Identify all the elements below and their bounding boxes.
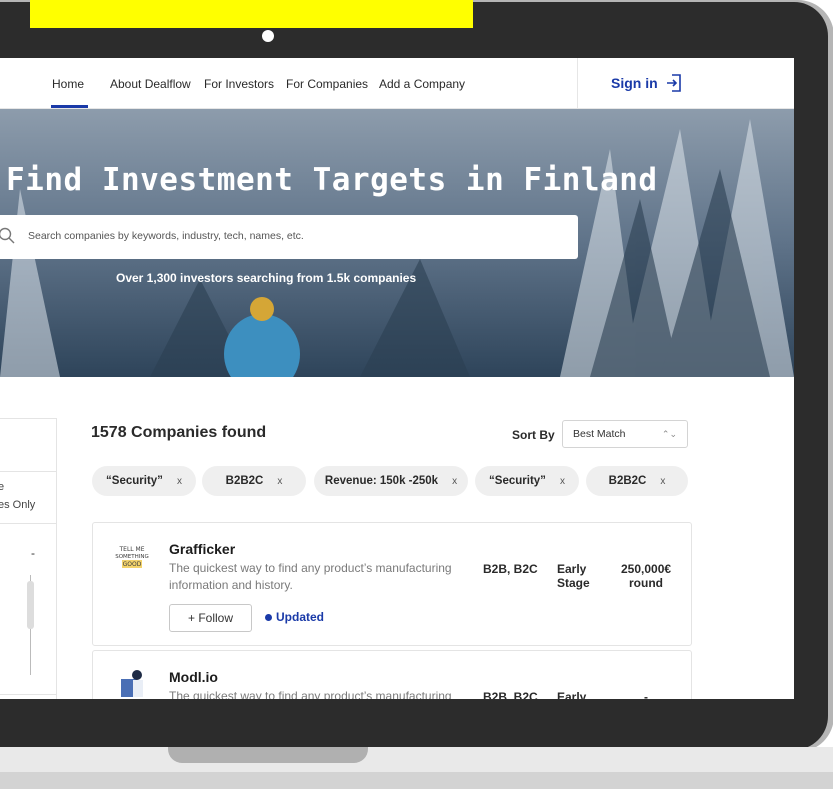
logo-text-line: GOOD — [123, 561, 142, 568]
chip-remove[interactable]: x — [660, 476, 665, 487]
logo-text-line: TELL ME — [118, 546, 144, 553]
browser-screen: Home About Dealflow For Investors For Co… — [0, 58, 794, 699]
company-name[interactable]: Modl.io — [169, 669, 218, 685]
filter-panel: e es Only - — [0, 418, 57, 699]
results-count: 1578 Companies found — [91, 424, 267, 441]
filter-chip[interactable]: Revenue: 150k -250k x — [314, 466, 468, 496]
company-logo — [121, 670, 143, 697]
nav-home[interactable]: Home — [52, 77, 84, 91]
sign-in-label: Sign in — [611, 75, 658, 91]
laptop-notch — [168, 747, 368, 763]
logo-text-line: SOMETHING — [115, 554, 149, 560]
sign-in-button[interactable]: Sign in — [611, 74, 682, 92]
hero-title: Find Investment Targets in Finland — [6, 162, 658, 198]
status-dot-icon — [265, 613, 272, 621]
sort-select[interactable]: Best Match ⌃⌄ — [562, 420, 688, 448]
nav-divider — [577, 58, 578, 109]
filter-chip[interactable]: “Security” x — [475, 466, 579, 496]
funding-round: - — [644, 690, 648, 699]
laptop-base-strip — [0, 772, 833, 789]
chip-remove[interactable]: x — [560, 476, 565, 487]
top-nav: Home About Dealflow For Investors For Co… — [0, 58, 794, 109]
updated-label: Updated — [276, 610, 324, 624]
nav-for-companies[interactable]: For Companies — [286, 77, 368, 91]
chevron-updown-icon: ⌃⌄ — [661, 429, 677, 439]
stage: Early Stage — [557, 562, 590, 590]
company-name[interactable]: Grafficker — [169, 541, 235, 557]
company-card[interactable]: Modl.io The quickest way to find any pro… — [92, 650, 692, 699]
chip-remove[interactable]: x — [177, 476, 182, 487]
nav-add-company[interactable]: Add a Company — [379, 77, 465, 91]
nav-for-investors[interactable]: For Investors — [204, 77, 274, 91]
highlight-banner — [30, 0, 473, 28]
chip-remove[interactable]: x — [452, 476, 457, 487]
round-amount: 250,000€ — [621, 562, 672, 576]
chip-label: “Security” — [106, 475, 163, 487]
search-icon — [0, 227, 15, 244]
hero-banner: Find Investment Targets in Finland Searc… — [0, 109, 794, 377]
laptop-base — [0, 747, 833, 773]
filter-chip[interactable]: B2B2C x — [202, 466, 306, 496]
updated-badge: Updated — [265, 610, 324, 624]
company-description: The quickest way to find any product’s m… — [169, 689, 452, 699]
search-placeholder: Search companies by keywords, industry, … — [28, 230, 304, 242]
nav-about-dealflow[interactable]: About Dealflow — [110, 77, 191, 91]
filter-chip[interactable]: B2B2C x — [586, 466, 688, 496]
filter-divider — [0, 471, 57, 472]
business-model: B2B, B2C — [483, 690, 538, 699]
company-card[interactable]: TELL ME SOMETHING GOOD Grafficker The qu… — [92, 522, 692, 646]
chip-label: Revenue: 150k -250k — [324, 475, 439, 487]
filter-chip[interactable]: “Security” x — [92, 466, 196, 496]
filter-text-1: e — [0, 481, 5, 493]
search-input[interactable]: Search companies by keywords, industry, … — [0, 215, 578, 259]
stage-line: Early — [557, 562, 587, 576]
sort-label: Sort By — [512, 428, 555, 442]
nav-active-indicator — [51, 105, 88, 108]
range-slider-handle[interactable] — [27, 581, 34, 629]
company-logo: TELL ME SOMETHING GOOD — [115, 546, 149, 568]
range-dash: - — [31, 546, 35, 560]
filter-divider — [0, 694, 57, 695]
chip-label: B2B2C — [225, 475, 264, 487]
follow-button[interactable]: + Follow — [169, 604, 252, 632]
camera-dot — [262, 30, 274, 42]
chip-remove[interactable]: x — [277, 476, 282, 487]
filter-text-2[interactable]: es Only — [0, 499, 35, 511]
sort-value: Best Match — [573, 428, 626, 440]
business-model: B2B, B2C — [483, 562, 538, 576]
filter-divider — [0, 523, 57, 524]
round-label: round — [629, 576, 663, 590]
company-description: The quickest way to find any product’s m… — [169, 561, 452, 592]
funding-round: 250,000€ round — [621, 562, 671, 590]
chip-label: “Security” — [489, 475, 546, 487]
stage: Early — [557, 690, 587, 699]
stage-line: Stage — [557, 576, 590, 590]
chip-label: B2B2C — [608, 475, 647, 487]
hero-subtitle: Over 1,300 investors searching from 1.5k… — [116, 271, 417, 285]
sign-in-icon — [666, 74, 681, 92]
